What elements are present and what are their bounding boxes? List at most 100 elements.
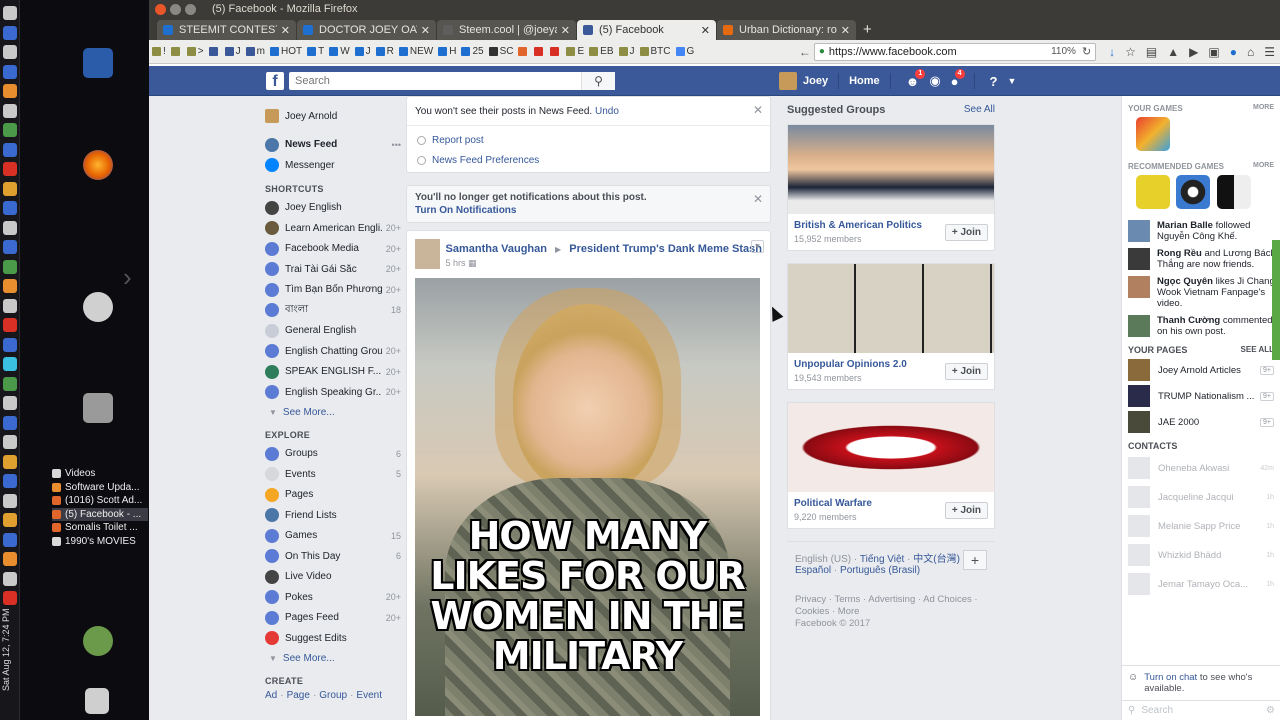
left-nav-profile[interactable]: Joey Arnold (265, 106, 401, 127)
launcher-app-icon[interactable] (3, 142, 17, 157)
close-tab-icon[interactable]: ✕ (421, 24, 430, 37)
footer-link[interactable]: Ad Choices (923, 594, 972, 605)
bookmark-item[interactable] (518, 47, 529, 56)
launcher-app-icon[interactable] (3, 259, 17, 274)
bookmark-item[interactable]: HOT (269, 46, 302, 57)
messenger-icon[interactable]: ◉ (929, 73, 940, 89)
scrollbar[interactable] (1272, 240, 1280, 360)
launcher-app-icon[interactable] (3, 123, 17, 137)
left-nav-item[interactable]: Facebook Media 20+ (265, 239, 401, 260)
bookmark-item[interactable]: W (329, 46, 350, 57)
browser-tab[interactable]: STEEMIT CONTEST UP ✕ (157, 20, 296, 40)
launcher-app-icon[interactable] (3, 454, 17, 469)
left-nav-item[interactable]: Pages (265, 485, 401, 506)
launcher-app-icon[interactable] (3, 532, 17, 547)
bookmark-item[interactable] (534, 47, 545, 56)
youtube-icon[interactable]: ▶ (1189, 45, 1198, 59)
close-tab-icon[interactable]: ✕ (841, 24, 850, 37)
footer-link[interactable]: More (838, 606, 860, 617)
group-name-link[interactable]: British & American Politics (794, 220, 922, 231)
group-cover-image[interactable] (788, 125, 994, 214)
close-tab-icon[interactable]: ✕ (281, 24, 290, 37)
post-author-link[interactable]: Samantha Vaughan (446, 243, 547, 255)
launcher-app-icon[interactable] (3, 337, 17, 352)
launcher-app-icon[interactable] (3, 376, 17, 391)
search-icon[interactable]: ⚲ (581, 72, 615, 90)
group-name-link[interactable]: Unpopular Opinions 2.0 (794, 359, 907, 370)
post-image[interactable]: HOW MANY LIKES FOR OUR WOMEN IN THE MILITAR… (415, 278, 760, 716)
launcher-app-icon[interactable] (3, 396, 17, 410)
launcher-app-icon[interactable] (3, 357, 17, 371)
language-link[interactable]: 中文(台灣) (913, 554, 960, 565)
close-icon[interactable]: ✕ (753, 103, 763, 117)
launcher-app-icon[interactable] (3, 25, 17, 40)
browser-tab[interactable]: Steem.cool | @joeyarnold ✕ (437, 20, 576, 40)
left-nav-item[interactable]: Joey English (265, 198, 401, 219)
maximize-window-icon[interactable] (185, 3, 196, 15)
launcher-app-icon[interactable] (3, 181, 17, 196)
bookmark-item[interactable]: T (307, 46, 324, 57)
ticker-item[interactable]: Marian Balle followed Nguyễn Công Khế. (1128, 220, 1276, 242)
lock-icon[interactable]: ● (819, 46, 825, 57)
your-games-more[interactable]: MORE (1253, 104, 1274, 113)
left-nav-item[interactable]: Friend Lists (265, 505, 401, 526)
create-link[interactable]: Page (287, 690, 310, 701)
launcher-app-icon[interactable] (3, 552, 17, 566)
group-cover-image[interactable] (788, 403, 994, 492)
language-link[interactable]: Português (Brasil) (840, 565, 920, 576)
pocket-icon[interactable]: ▲ (1167, 45, 1179, 59)
bookmark-item[interactable]: ! (152, 46, 166, 57)
geometry-game-icon[interactable] (1136, 175, 1170, 209)
contact-item[interactable]: Whizkid Bhädd 1h (1128, 543, 1274, 567)
recommended-games-more[interactable]: MORE (1253, 162, 1274, 171)
bookmark-item[interactable]: EB (589, 46, 614, 57)
bookmark-item[interactable]: E (566, 46, 584, 57)
left-nav-item[interactable]: Tìm Bạn Bốn Phương 20+ (265, 280, 401, 301)
add-language-icon[interactable]: + (963, 550, 987, 570)
url-bar[interactable]: ● https://www.facebook.com 110% ↻ (813, 42, 1097, 61)
bookmark-item[interactable]: J (618, 46, 635, 57)
turn-on-notifications-link[interactable]: Turn On Notifications (415, 205, 762, 216)
launcher-app-icon[interactable] (3, 162, 17, 176)
explore-see-more[interactable]: ▼ See More... (265, 649, 401, 668)
gear-icon[interactable]: ⚙ (1266, 705, 1275, 716)
bookmark-item[interactable]: m (245, 46, 265, 57)
ticker-item[interactable]: Rong Rều and Lương Bách Thắng are now fr… (1128, 248, 1276, 270)
news-feed-preferences-link[interactable]: News Feed Preferences (415, 155, 762, 166)
notifications-icon[interactable]: ● 4 (951, 68, 965, 89)
left-nav-item[interactable]: Trai Tài Gái Sắc 20+ (265, 259, 401, 280)
bookmark-item[interactable] (550, 47, 561, 56)
help-icon[interactable]: ? (990, 74, 998, 89)
bookmark-item[interactable] (208, 47, 220, 56)
trash-icon[interactable] (85, 688, 109, 714)
facebook-logo-icon[interactable]: f (266, 72, 284, 90)
bookmark-item[interactable]: > (186, 46, 204, 57)
footer-link[interactable]: Privacy (795, 594, 826, 605)
left-nav-item[interactable]: SPEAK ENGLISH F... 20+ (265, 362, 401, 383)
report-post-link[interactable]: Report post (415, 135, 762, 146)
create-link[interactable]: Event (356, 690, 382, 701)
group-name-link[interactable]: Political Warfare (794, 498, 872, 509)
join-group-button[interactable]: + Join (944, 362, 988, 380)
your-page-item[interactable]: JAE 2000 9+ (1128, 411, 1274, 433)
left-nav-item[interactable]: Pokes 20+ (265, 587, 401, 608)
archive-manager-icon[interactable] (83, 393, 113, 423)
bookmark-item[interactable]: R (375, 46, 394, 57)
reload-icon[interactable]: ↻ (1082, 45, 1091, 58)
left-nav-item[interactable]: Messenger (265, 155, 401, 176)
left-nav-item[interactable]: Live Video (265, 567, 401, 588)
undo-link[interactable]: Undo (595, 106, 619, 117)
your-pages-see-all[interactable]: SEE ALL (1241, 345, 1274, 355)
close-tab-icon[interactable]: ✕ (561, 24, 570, 37)
ticker-item[interactable]: Ngọc Quyên likes Ji Chang Wook Vietnam F… (1128, 276, 1276, 309)
bookmark-item[interactable] (170, 47, 182, 56)
left-nav-item[interactable]: English Speaking Gr... 20+ (265, 382, 401, 403)
group-cover-image[interactable] (788, 264, 994, 353)
profile-link[interactable]: Joey (803, 75, 828, 87)
bookmark-item[interactable]: H (438, 46, 456, 57)
download-icon[interactable]: ↓ (1109, 45, 1115, 59)
chat-search[interactable]: ⚲ Search ⚙ (1122, 700, 1280, 720)
browser-tab[interactable]: Urban Dictionary: rool ✕ (717, 20, 856, 40)
contact-item[interactable]: Melanie Sapp Price 1h (1128, 514, 1274, 538)
close-window-icon[interactable] (155, 3, 166, 15)
